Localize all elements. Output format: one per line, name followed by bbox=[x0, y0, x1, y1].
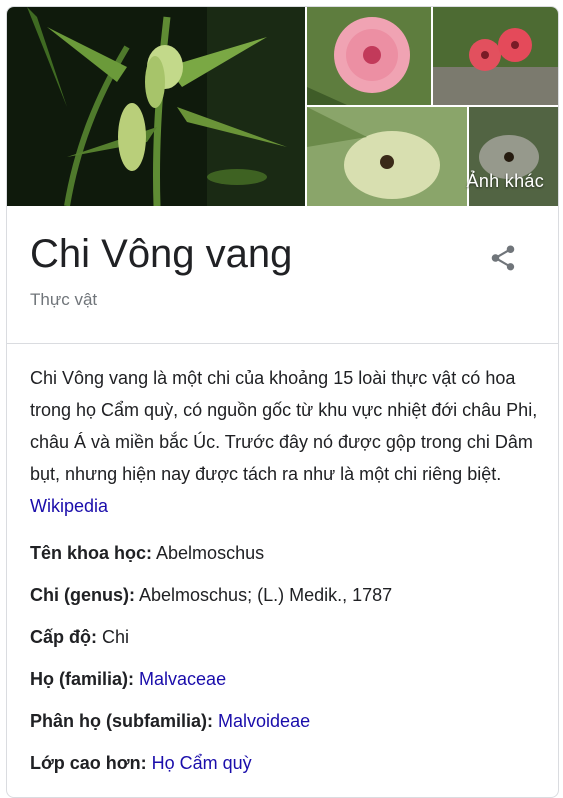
fact-family: Họ (familia): Malvaceae bbox=[30, 668, 540, 690]
subfamily-link[interactable]: Malvoideae bbox=[218, 711, 310, 731]
fact-value: Chi bbox=[102, 627, 130, 647]
fact-label: Cấp độ: bbox=[30, 627, 97, 647]
fact-label: Lớp cao hơn: bbox=[30, 753, 147, 773]
image-gallery: Ảnh khác bbox=[7, 7, 558, 206]
fact-value: Abelmoschus bbox=[156, 543, 265, 563]
share-button[interactable] bbox=[481, 236, 525, 280]
main-plant-image[interactable] bbox=[7, 7, 305, 206]
fact-label: Chi (genus): bbox=[30, 585, 135, 605]
facts-list: Tên khoa học: Abelmoschus Chi (genus): A… bbox=[30, 542, 540, 774]
share-icon bbox=[491, 245, 515, 271]
fact-label: Họ (familia): bbox=[30, 669, 135, 689]
fact-scientific-name: Tên khoa học: Abelmoschus bbox=[30, 542, 540, 564]
page-title: Chi Vông vang bbox=[30, 232, 293, 276]
higher-class-link[interactable]: Họ Cẩm quỳ bbox=[152, 753, 252, 773]
page-subtitle: Thực vật bbox=[30, 290, 98, 309]
wikipedia-link[interactable]: Wikipedia bbox=[30, 496, 108, 516]
fact-value: Abelmoschus; (L.) Medik., 1787 bbox=[139, 585, 393, 605]
red-flowers-image[interactable] bbox=[433, 7, 558, 105]
panel-content: Chi Vông vang là một chi của khoảng 15 l… bbox=[30, 362, 540, 794]
fact-label: Tên khoa học: bbox=[30, 543, 153, 563]
fact-higher-class: Lớp cao hơn: Họ Cẩm quỳ bbox=[30, 752, 540, 774]
panel-header: Chi Vông vang Thực vật bbox=[7, 206, 558, 344]
family-link[interactable]: Malvaceae bbox=[139, 669, 226, 689]
fact-genus: Chi (genus): Abelmoschus; (L.) Medik., 1… bbox=[30, 584, 540, 606]
description-text: Chi Vông vang là một chi của khoảng 15 l… bbox=[30, 368, 538, 484]
fact-rank: Cấp độ: Chi bbox=[30, 626, 540, 648]
pink-flower-image[interactable] bbox=[307, 7, 431, 105]
knowledge-panel: Ảnh khác Chi Vông vang Thực vật Chi Vông… bbox=[6, 6, 559, 798]
fact-subfamily: Phân họ (subfamilia): Malvoideae bbox=[30, 710, 540, 732]
fact-label: Phân họ (subfamilia): bbox=[30, 711, 214, 731]
more-images-label[interactable]: Ảnh khác bbox=[467, 171, 544, 192]
pale-flower-image[interactable] bbox=[307, 107, 467, 206]
description: Chi Vông vang là một chi của khoảng 15 l… bbox=[30, 362, 540, 522]
